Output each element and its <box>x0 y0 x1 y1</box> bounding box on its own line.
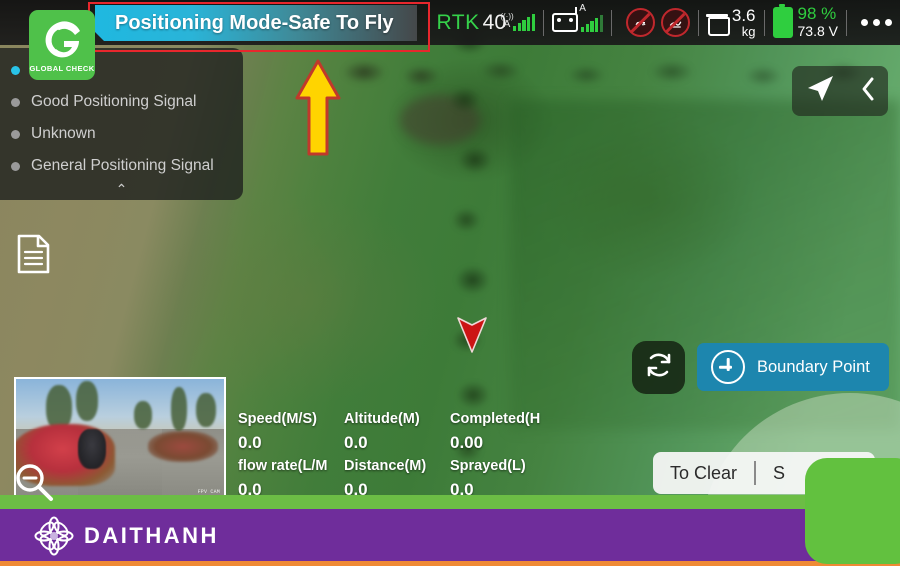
gnss-status-dot <box>11 161 20 171</box>
gnss-status-dot <box>11 129 20 139</box>
tank-weight-value: 3.6 <box>731 5 756 25</box>
bottom-orange-strip <box>0 561 900 566</box>
gnss-item-label: Good Positioning Signal <box>31 93 197 110</box>
global-check-logo: GLOBAL CHECK <box>29 10 95 80</box>
telemetry-label: flow rate(L/M <box>238 458 328 474</box>
gnss-signal-bars <box>513 14 535 31</box>
status-divider <box>846 9 847 36</box>
status-divider <box>697 9 699 36</box>
preview-tree <box>134 401 152 429</box>
status-divider <box>542 9 544 36</box>
battery-percent: 98 % <box>797 4 837 24</box>
navigation-arrow-icon[interactable] <box>803 72 837 111</box>
telemetry-values-row-1: 0.0 0.0 0.00 <box>238 431 558 455</box>
controller-signal-bars <box>580 15 603 32</box>
refresh-icon <box>644 350 674 385</box>
telemetry-label: Completed(H <box>450 411 541 427</box>
flight-mode-banner: Positioning Mode-Safe To Fly <box>95 5 417 41</box>
gnss-signal-icon: ((·)) A <box>500 13 535 31</box>
secondary-action-button[interactable]: S <box>756 463 802 484</box>
preview-tree <box>76 381 98 421</box>
telemetry-value: 0.0 <box>238 433 262 452</box>
drone-position-marker <box>455 314 489 354</box>
telemetry-label: Altitude(M) <box>344 411 420 427</box>
bottom-green-strip <box>0 495 900 509</box>
telemetry-label: Distance(M) <box>344 458 427 474</box>
gnss-status-dot <box>11 97 20 107</box>
battery-voltage: 73.8 V <box>797 23 838 40</box>
status-divider <box>763 9 765 36</box>
zoom-out-icon[interactable] <box>14 462 54 502</box>
map-nav-controls <box>792 66 888 116</box>
telemetry-label: Speed(M/S) <box>238 411 317 427</box>
flower-logo-icon <box>34 516 74 556</box>
remote-controller-icon: A <box>551 3 603 32</box>
telemetry-label: Sprayed(L) <box>450 458 526 474</box>
logo-brand-text: GLOBAL CHECK <box>29 63 95 73</box>
battery-readout: 98 % 73.8 V <box>798 5 838 39</box>
radar-disabled-icon[interactable] <box>625 8 655 37</box>
boundary-point-button[interactable]: Boundary Point <box>697 343 889 391</box>
rtk-label: RTK <box>436 10 480 34</box>
battery-icon <box>772 4 793 38</box>
to-clear-button[interactable]: To Clear <box>653 463 754 484</box>
status-bar-indicators: RTK 40 ((·)) A A 3.6 kg 98 % 73.8 V <box>437 0 892 45</box>
annotation-arrow-up <box>294 58 342 158</box>
collapse-chevron-icon[interactable]: ⌃ <box>0 182 243 196</box>
document-icon[interactable] <box>16 234 50 274</box>
plus-circle-icon <box>711 350 745 384</box>
refresh-button[interactable] <box>632 341 685 394</box>
preview-motorcycle <box>78 428 106 470</box>
telemetry-labels-row-2: flow rate(L/M Distance(M) Sprayed(L) <box>238 455 558 478</box>
tank-weight-unit: kg <box>741 23 756 39</box>
telemetry-value: 0.00 <box>450 433 484 452</box>
terrain-follow-disabled-icon[interactable] <box>660 8 690 37</box>
status-divider <box>610 9 612 36</box>
gnss-item-label: Unknown <box>31 125 96 142</box>
gnss-item-1[interactable]: Good Positioning Signal <box>0 86 243 118</box>
bottom-brand-bar: DAITHANH <box>0 509 900 562</box>
green-overlay-shape <box>805 458 900 564</box>
flight-mode-text: Positioning Mode-Safe To Fly <box>115 11 394 34</box>
boundary-point-label: Boundary Point <box>757 357 870 376</box>
preview-tree <box>196 393 216 427</box>
preview-tree <box>171 387 187 431</box>
telemetry-panel: Speed(M/S) Altitude(M) Completed(H 0.0 0… <box>238 408 558 500</box>
tank-weight-readout: 3.6 kg <box>731 5 756 39</box>
antenna-label: ((·)) A <box>500 12 514 30</box>
brand-name: DAITHANH <box>84 522 219 548</box>
more-menu-button[interactable] <box>861 19 892 26</box>
logo-g-icon <box>39 18 85 62</box>
gnss-item-2[interactable]: Unknown <box>0 118 243 150</box>
gnss-item-label: General Positioning Signal <box>31 157 214 174</box>
gnss-item-3[interactable]: General Positioning Signal <box>0 150 243 182</box>
drone-control-screen: RTK 40 ((·)) A A 3.6 kg 98 % 73.8 V Posi… <box>0 0 900 566</box>
chevron-left-icon[interactable] <box>858 75 878 108</box>
gnss-status-dot <box>11 65 20 75</box>
telemetry-value: 0.0 <box>344 433 368 452</box>
controller-antenna-label: A <box>579 3 586 14</box>
tank-weight-icon <box>705 13 730 36</box>
preview-flowering-bush <box>148 431 218 463</box>
telemetry-labels-row-1: Speed(M/S) Altitude(M) Completed(H <box>238 408 558 431</box>
